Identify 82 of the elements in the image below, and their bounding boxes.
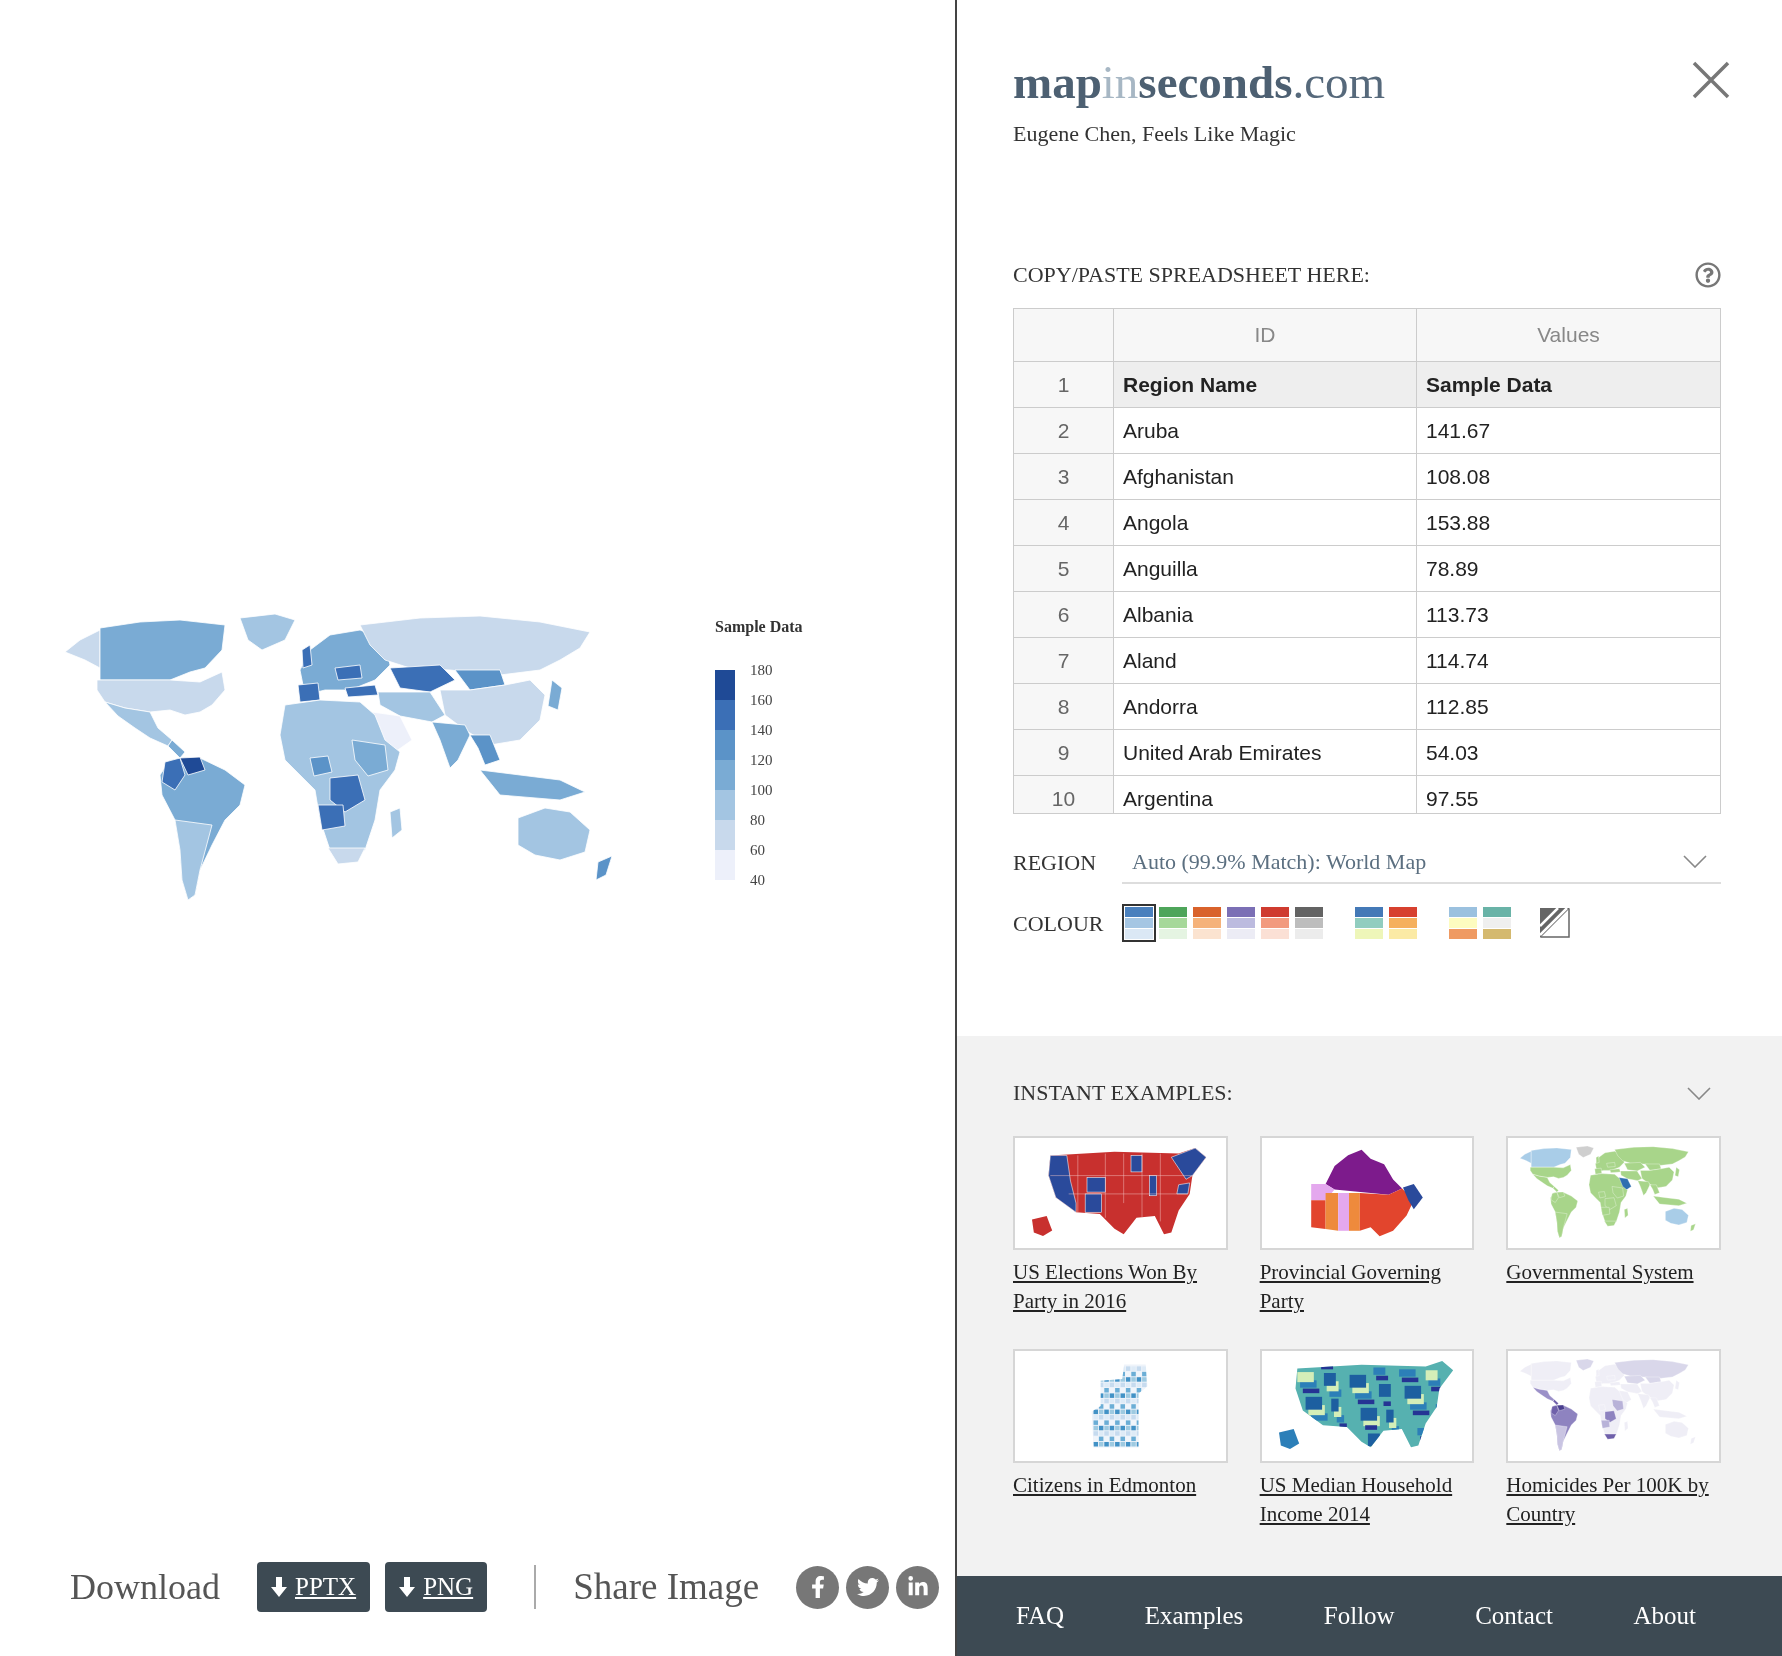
table-cell[interactable]: Andorra [1114, 684, 1417, 730]
palette-swatch[interactable] [1122, 904, 1156, 942]
table-cell[interactable]: Albania [1114, 592, 1417, 638]
row-number: 4 [1014, 500, 1114, 546]
examples-title: INSTANT EXAMPLES: [1013, 1079, 1233, 1107]
legend-tick-label: 40 [750, 871, 766, 890]
palette-swatch[interactable] [1386, 904, 1420, 942]
palette-swatch[interactable] [1352, 904, 1386, 942]
facebook-icon[interactable] [796, 1565, 840, 1609]
site-logo[interactable]: mapinseconds.com [1013, 52, 1386, 112]
region-label: REGION [1013, 848, 1098, 877]
chevron-down-icon[interactable] [1683, 854, 1707, 868]
example-link[interactable]: Provincial Governing Party [1259, 1258, 1475, 1316]
arrow-down-icon [399, 1577, 416, 1597]
region-dropdown[interactable]: Auto (99.9% Match): World Map [1122, 840, 1721, 884]
footer-link[interactable]: FAQ [1016, 1597, 1065, 1635]
arrow-down-icon [271, 1577, 287, 1597]
legend-tick-label: 100 [750, 781, 773, 800]
footer-link[interactable]: Contact [1475, 1597, 1553, 1635]
download-button[interactable]: PPTX [257, 1562, 371, 1612]
palette-swatch[interactable] [1292, 904, 1326, 942]
column-header: ID [1114, 309, 1417, 362]
example-thumbnail[interactable] [1259, 1349, 1475, 1463]
table-cell[interactable]: Region Name [1114, 362, 1417, 408]
tagline: Eugene Chen, Feels Like Magic [1013, 120, 1297, 148]
example-thumbnail[interactable] [1506, 1136, 1721, 1250]
example-link[interactable]: Homicides Per 100K by Country [1506, 1471, 1721, 1529]
footer-link[interactable]: Examples [1144, 1597, 1244, 1635]
palette-swatch[interactable] [1190, 904, 1224, 942]
close-icon [1691, 60, 1731, 100]
palette-swatch[interactable] [1258, 904, 1292, 942]
example-link[interactable]: US Median Household Income 2014 [1259, 1471, 1475, 1529]
help-icon[interactable] [1695, 262, 1721, 288]
palette-swatch[interactable] [1224, 904, 1258, 942]
linkedin-icon[interactable] [896, 1565, 940, 1609]
download-label: Download [70, 1566, 220, 1609]
example-link[interactable]: Citizens in Edmonton [1013, 1471, 1228, 1500]
palette-swatch[interactable] [1156, 904, 1190, 942]
table-cell[interactable]: Anguilla [1114, 546, 1417, 592]
column-header: Values [1417, 309, 1720, 362]
row-number: 8 [1014, 684, 1114, 730]
legend-tick-label: 180 [750, 661, 773, 680]
row-number: 5 [1014, 546, 1114, 592]
legend-title: Sample Data [715, 617, 803, 637]
palette-swatch[interactable] [1446, 904, 1480, 942]
example-thumbnail[interactable] [1506, 1349, 1721, 1463]
row-number: 3 [1014, 454, 1114, 500]
legend-tick-label: 60 [750, 841, 766, 860]
example-thumbnail[interactable] [1013, 1136, 1228, 1250]
download-button[interactable]: PNG [385, 1562, 488, 1612]
row-number: 10 [1014, 776, 1114, 813]
legend-tick-label: 140 [750, 721, 773, 740]
table-cell[interactable]: Aland [1114, 638, 1417, 684]
table-cell[interactable]: Aruba [1114, 408, 1417, 454]
row-number: 9 [1014, 730, 1114, 776]
example-link[interactable]: US Elections Won By Party in 2016 [1013, 1258, 1228, 1316]
share-label: Share Image [573, 1565, 760, 1609]
hatch-pattern-icon[interactable] [1540, 908, 1570, 938]
spreadsheet-label: COPY/PASTE SPREADSHEET HERE: [1013, 261, 1370, 289]
row-number: 6 [1014, 592, 1114, 638]
footer-link[interactable]: About [1633, 1597, 1696, 1635]
country-shape [239, 614, 296, 651]
table-cell[interactable]: Angola [1114, 500, 1417, 546]
table-cell[interactable]: Sample Data [1417, 362, 1720, 408]
twitter-icon[interactable] [846, 1565, 890, 1609]
close-button[interactable] [1691, 60, 1731, 100]
chevron-down-icon[interactable] [1687, 1086, 1711, 1100]
palette-swatch[interactable] [1480, 904, 1514, 942]
legend-tick-label: 120 [750, 751, 773, 770]
example-thumbnail[interactable] [1259, 1136, 1475, 1250]
example-link[interactable]: Governmental System [1506, 1258, 1721, 1287]
row-number: 7 [1014, 638, 1114, 684]
footer-link[interactable]: Follow [1323, 1597, 1395, 1635]
colour-label: COLOUR [1013, 909, 1105, 938]
table-cell[interactable]: United Arab Emirates [1114, 730, 1417, 776]
table-cell[interactable]: Afghanistan [1114, 454, 1417, 500]
row-number: 2 [1014, 408, 1114, 454]
country-shape [595, 855, 613, 881]
example-thumbnail[interactable] [1013, 1349, 1228, 1463]
legend-tick-label: 160 [750, 691, 773, 710]
legend-tick-label: 80 [750, 811, 766, 830]
row-number: 1 [1014, 362, 1114, 408]
